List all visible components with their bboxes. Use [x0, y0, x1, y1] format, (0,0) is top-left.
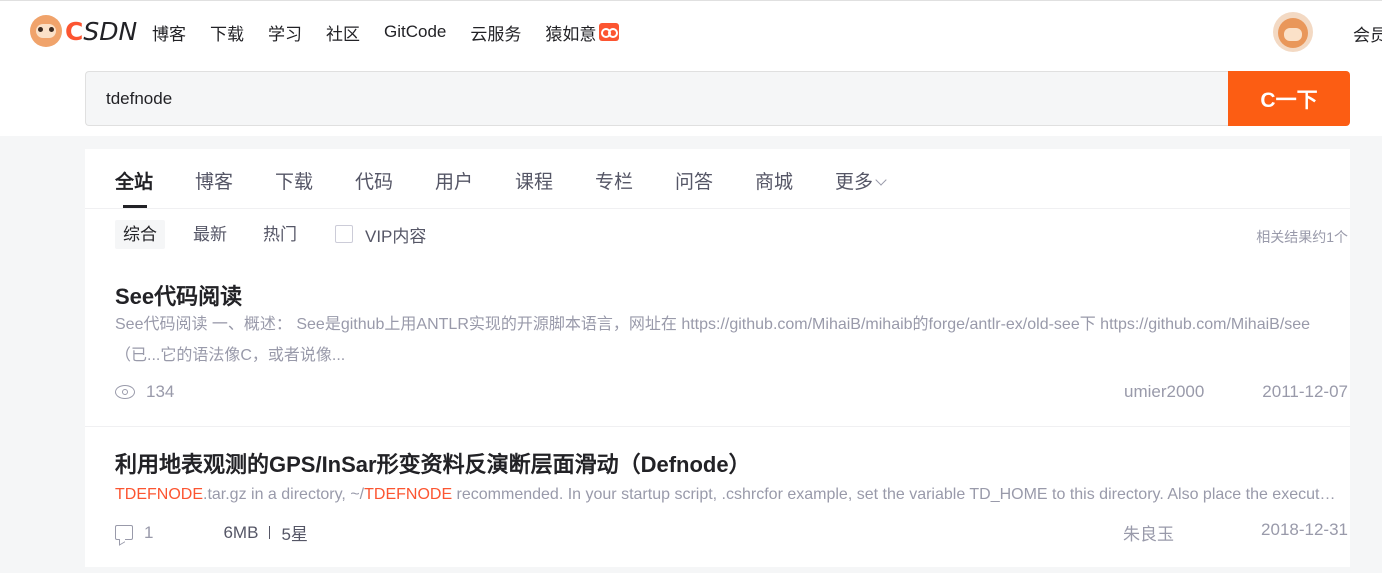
tab-courses[interactable]: 课程 [515, 167, 553, 194]
result-title[interactable]: See代码阅读 [115, 279, 242, 311]
user-avatar[interactable] [1273, 12, 1313, 52]
tab-code[interactable]: 代码 [355, 167, 393, 194]
search-button[interactable]: C一下 [1228, 71, 1350, 126]
tab-qa[interactable]: 问答 [675, 167, 713, 194]
star-rating: 5星 [281, 525, 308, 544]
tab-all[interactable]: 全站 [115, 167, 153, 194]
yuanruyi-badge-icon [599, 23, 620, 41]
tab-download[interactable]: 下载 [275, 167, 313, 194]
description-text: .tar.gz in a directory, ~/ [203, 486, 365, 503]
highlighted-keyword: TDEFNODE [364, 486, 453, 503]
file-size: 6MB [223, 522, 259, 542]
nav-item-learn[interactable]: 学习 [268, 20, 302, 45]
nav-item-blog[interactable]: 博客 [152, 20, 186, 45]
nav-item-download[interactable]: 下载 [210, 20, 244, 45]
nav-item-gitcode[interactable]: GitCode [384, 22, 446, 42]
result-description[interactable]: TDEFNODE.tar.gz in a directory, ~/TDEFNO… [115, 479, 1337, 510]
tab-columns[interactable]: 专栏 [595, 167, 633, 194]
eye-icon [115, 385, 135, 399]
search-area: C一下 [0, 62, 1382, 136]
filter-hot[interactable]: 热门 [255, 220, 305, 249]
tab-mall[interactable]: 商城 [755, 167, 793, 194]
result-author[interactable]: umier2000 [1124, 382, 1204, 402]
logo-text: CSDN [65, 16, 138, 46]
result-date: 2018-12-31 [1261, 520, 1348, 539]
vip-content-checkbox[interactable] [335, 225, 353, 243]
result-description[interactable]: See代码阅读 一、概述： See是github上用ANTLR实现的开源脚本语言… [115, 309, 1337, 371]
csdn-logo[interactable]: CSDN [30, 15, 137, 47]
description-text: recommended. In your startup script, .cs… [456, 486, 1337, 503]
search-result: See代码阅读 See代码阅读 一、概述： See是github上用ANTLR实… [85, 259, 1350, 427]
monkey-logo-icon [30, 15, 62, 47]
active-tab-indicator [123, 205, 147, 208]
result-meta: 1 6MB 5星 [115, 520, 308, 545]
result-meta: 134 [115, 382, 174, 402]
nav-item-community[interactable]: 社区 [326, 20, 360, 45]
top-navigation-bar: CSDN 博客 下载 学习 社区 GitCode 云服务 猿如意 会员 [0, 0, 1382, 62]
result-count: 相关结果约1个 [1256, 229, 1348, 245]
result-author[interactable]: 朱良玉 [1123, 520, 1174, 545]
filter-latest[interactable]: 最新 [185, 220, 235, 249]
view-count: 134 [146, 382, 175, 401]
filter-comprehensive[interactable]: 综合 [115, 220, 165, 249]
nav-item-cloud-service[interactable]: 云服务 [470, 20, 521, 45]
chevron-down-icon [875, 174, 887, 186]
main-nav: 博客 下载 学习 社区 GitCode 云服务 猿如意 [152, 1, 643, 63]
search-result: 利用地表观测的GPS/InSar形变资料反演断层面滑动（Defnode） TDE… [85, 427, 1350, 567]
tab-blog[interactable]: 博客 [195, 167, 233, 194]
result-date: 2011-12-07 [1262, 382, 1348, 401]
highlighted-keyword: TDEFNODE [115, 486, 203, 503]
filter-bar: 综合 最新 热门 VIP内容 相关结果约1个 [85, 209, 1350, 259]
vip-link[interactable]: 会员 [1353, 21, 1382, 46]
tab-users[interactable]: 用户 [435, 167, 473, 194]
tab-more[interactable]: 更多 [835, 167, 887, 194]
vip-content-label[interactable]: VIP内容 [365, 222, 426, 247]
tab-more-label: 更多 [835, 172, 874, 193]
meta-divider [269, 526, 271, 539]
results-panel: 全站 博客 下载 代码 用户 课程 专栏 问答 商城 更多 综合 最新 热门 V… [85, 149, 1350, 567]
nav-item-yuanruyi[interactable]: 猿如意 [545, 20, 620, 45]
comment-count: 1 [144, 522, 154, 542]
search-input[interactable] [85, 71, 1228, 126]
category-tabs: 全站 博客 下载 代码 用户 课程 专栏 问答 商城 更多 [85, 149, 1350, 209]
result-title[interactable]: 利用地表观测的GPS/InSar形变资料反演断层面滑动（Defnode） [115, 447, 751, 479]
comment-icon [115, 525, 133, 540]
nav-item-yuanruyi-label: 猿如意 [545, 24, 597, 44]
